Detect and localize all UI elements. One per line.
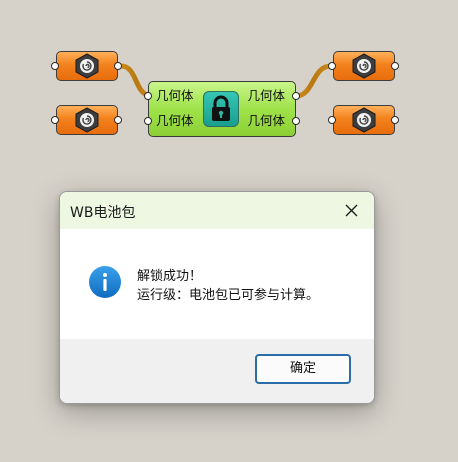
unlock-component[interactable]: 几何体 几何体 几何体 几何体 [148, 81, 296, 137]
output-label-2: 几何体 [247, 113, 285, 128]
dialog-titlebar[interactable]: WB电池包 [60, 192, 374, 229]
param-grip-left-1-out[interactable] [114, 62, 122, 70]
param-grip-left-1-in[interactable] [51, 62, 59, 70]
param-grip-left-2-out[interactable] [114, 116, 122, 124]
message-dialog: WB电池包 解锁成功！ 运行级：电池包已可参与计算。 确定 [59, 191, 375, 404]
geometry-param-right-2[interactable] [333, 105, 395, 135]
message-line-2: 运行级：电池包已可参与计算。 [137, 288, 320, 303]
hexagon-nut-icon [352, 53, 376, 79]
dialog-title: WB电池包 [70, 205, 136, 221]
hexagon-nut-icon [352, 107, 376, 133]
geometry-param-left-1[interactable] [56, 51, 118, 81]
wire-out-1 [293, 63, 334, 99]
param-grip-right-1-out[interactable] [391, 62, 399, 70]
component-output-grip-2[interactable] [292, 117, 300, 125]
component-input-grip-2[interactable] [144, 117, 152, 125]
param-grip-right-1-in[interactable] [328, 62, 336, 70]
hexagon-nut-icon [75, 53, 99, 79]
geometry-param-right-1[interactable] [333, 51, 395, 81]
component-input-grip-1[interactable] [144, 92, 152, 100]
geometry-param-left-2[interactable] [56, 105, 118, 135]
dialog-content: 解锁成功！ 运行级：电池包已可参与计算。 [60, 229, 374, 339]
dialog-footer: 确定 [60, 339, 374, 403]
param-grip-right-2-out[interactable] [391, 116, 399, 124]
grasshopper-canvas[interactable]: 几何体 几何体 几何体 几何体 WB电池包 解锁成功！ 运行级：电池包已可参与计… [0, 0, 458, 462]
info-icon [89, 266, 121, 298]
hexagon-nut-icon [75, 107, 99, 133]
param-grip-right-2-in[interactable] [328, 116, 336, 124]
input-label-2: 几何体 [156, 113, 194, 128]
ok-button[interactable]: 确定 [255, 354, 351, 384]
lock-icon [203, 91, 239, 127]
dialog-message: 解锁成功！ 运行级：电池包已可参与计算。 [137, 267, 319, 305]
output-label-1: 几何体 [247, 88, 285, 103]
component-output-grip-1[interactable] [292, 92, 300, 100]
close-icon [345, 204, 358, 217]
param-grip-left-2-in[interactable] [51, 116, 59, 124]
message-line-1: 解锁成功！ [137, 269, 203, 284]
input-label-1: 几何体 [156, 88, 194, 103]
close-button[interactable] [332, 194, 372, 227]
